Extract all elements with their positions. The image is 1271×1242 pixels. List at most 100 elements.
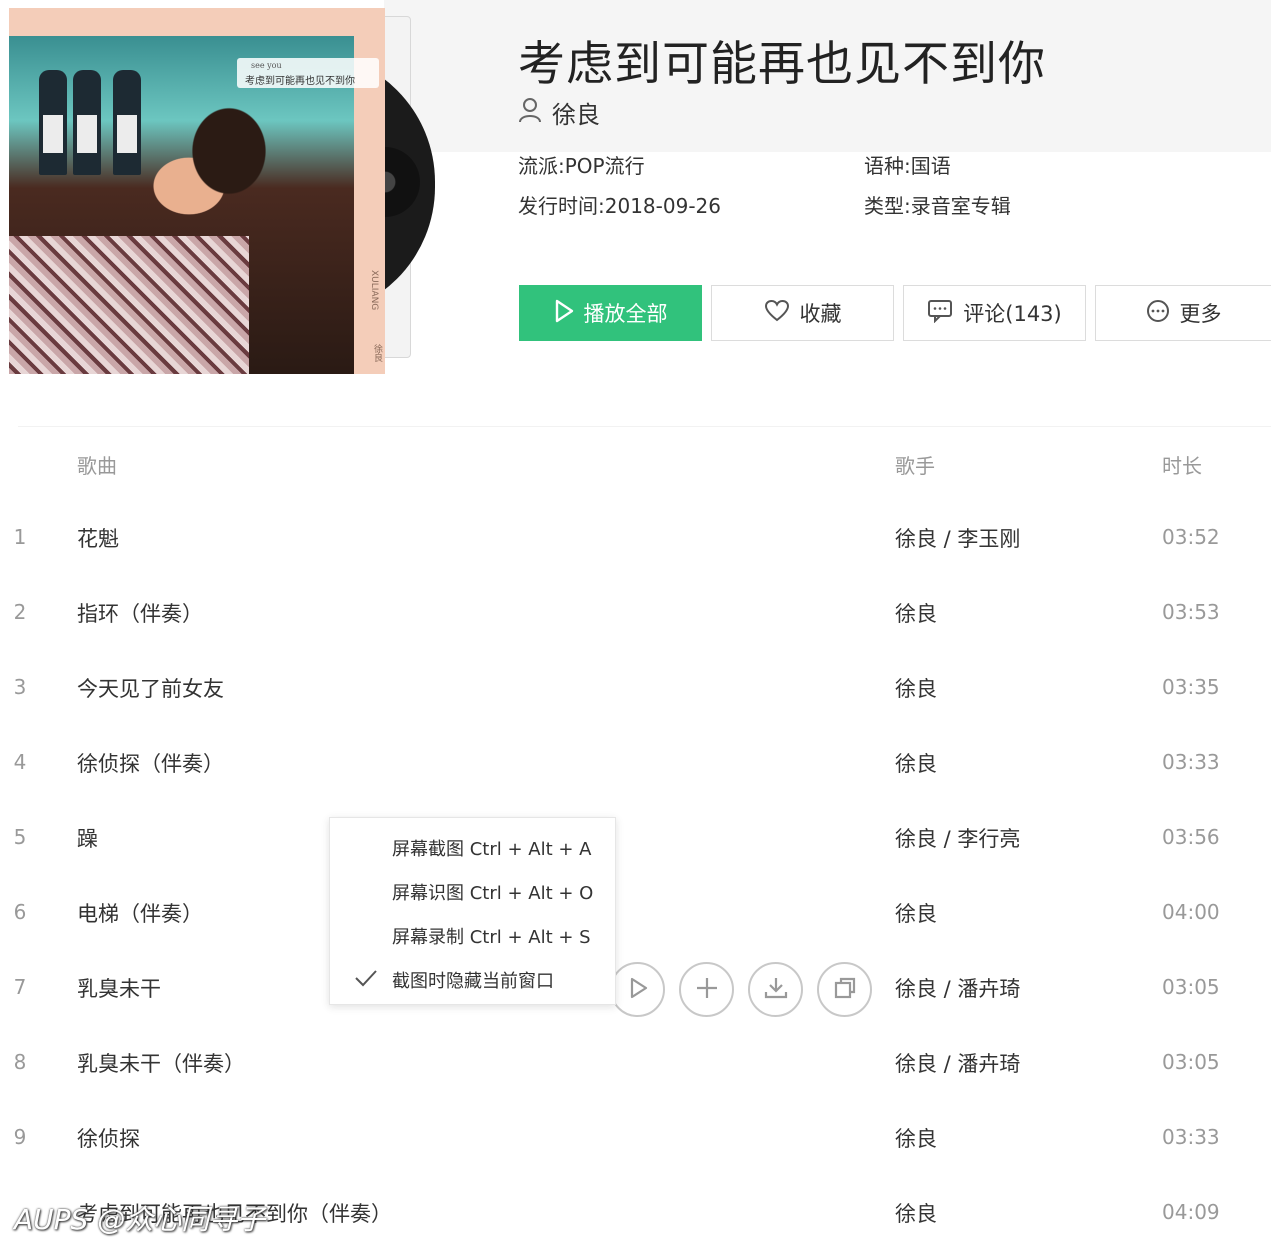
album-artist-name[interactable]: 徐良 (552, 95, 600, 130)
song-artist[interactable]: 徐良 (895, 1198, 937, 1228)
type-value: 录音室专辑 (910, 194, 1011, 218)
song-title[interactable]: 徐侦探 (77, 1123, 140, 1153)
type-meta: 类型:录音室专辑 (864, 190, 1011, 219)
song-duration: 03:05 (1162, 1050, 1220, 1074)
song-duration: 03:33 (1162, 1125, 1220, 1149)
track-number: 7 (13, 975, 27, 999)
language-value: 国语 (910, 154, 951, 178)
table-row[interactable]: 2 指环（伴奏） 徐良 03:53 (0, 576, 1271, 651)
song-title[interactable]: 花魁 (77, 523, 119, 553)
cover-vertical-text: XULIANG (369, 270, 379, 311)
row-download-button[interactable] (748, 962, 803, 1017)
row-play-button[interactable] (610, 962, 665, 1017)
song-duration: 03:56 (1162, 825, 1220, 849)
track-number: 3 (13, 675, 27, 699)
column-header-artist: 歌手 (895, 454, 935, 478)
cover-tag: see you 考虑到可能再也见不到你 (237, 58, 379, 88)
table-row[interactable]: 5 躁 徐良 / 李行亮 03:56 (0, 801, 1271, 876)
track-number: 5 (13, 825, 27, 849)
play-all-button[interactable]: 播放全部 (519, 285, 702, 341)
release-label: 发行时间: (518, 194, 605, 218)
cover-tag-line1: see you (251, 61, 282, 70)
table-row[interactable]: 6 电梯（伴奏） 徐良 04:00 (0, 876, 1271, 951)
screenshot-context-menu: 屏幕截图 Ctrl + Alt + A 屏幕识图 Ctrl + Alt + O … (329, 817, 616, 1005)
favorite-button[interactable]: 收藏 (711, 285, 894, 341)
menu-item-screen-record[interactable]: 屏幕录制 Ctrl + Alt + S (392, 923, 591, 949)
song-title[interactable]: 徐侦探（伴奏） (77, 748, 224, 778)
song-duration: 04:09 (1162, 1200, 1220, 1224)
track-number: 6 (13, 900, 27, 924)
row-share-button[interactable] (817, 962, 872, 1017)
row-add-button[interactable] (679, 962, 734, 1017)
song-artist[interactable]: 徐良 (895, 598, 937, 628)
track-number: 2 (13, 600, 27, 624)
genre-label: 流派: (518, 154, 565, 178)
song-title[interactable]: 指环（伴奏） (77, 598, 203, 628)
release-value: 2018-09-26 (604, 194, 721, 218)
watermark: AUPS @众心同寻子 (14, 1203, 266, 1236)
song-artist[interactable]: 徐良 (895, 673, 937, 703)
plus-icon (695, 976, 719, 1004)
song-duration: 04:00 (1162, 900, 1220, 924)
song-duration: 03:33 (1162, 750, 1220, 774)
song-artist[interactable]: 徐良 / 潘卉琦 (895, 1048, 1020, 1078)
row-hover-actions (610, 962, 872, 1017)
song-duration: 03:05 (1162, 975, 1220, 999)
cover-bottle (73, 70, 101, 175)
album-cover[interactable]: see you 考虑到可能再也见不到你 XULIANG 徐良 (9, 8, 385, 374)
song-title[interactable]: 躁 (77, 823, 98, 853)
genre-meta: 流派:POP流行 (518, 150, 645, 179)
song-artist[interactable]: 徐良 (895, 898, 937, 928)
table-row[interactable]: 4 徐侦探（伴奏） 徐良 03:33 (0, 726, 1271, 801)
song-duration: 03:35 (1162, 675, 1220, 699)
menu-item-screen-recognize[interactable]: 屏幕识图 Ctrl + Alt + O (392, 879, 593, 905)
download-icon (763, 975, 789, 1005)
cover-vertical-text: 徐良 (372, 344, 382, 362)
column-header-song: 歌曲 (77, 454, 117, 478)
song-title[interactable]: 乳臭未干（伴奏） (77, 1048, 245, 1078)
song-artist[interactable]: 徐良 / 李玉刚 (895, 523, 1020, 553)
song-title[interactable]: 乳臭未干 (77, 973, 161, 1003)
menu-item-screen-capture[interactable]: 屏幕截图 Ctrl + Alt + A (392, 835, 592, 861)
heart-icon (764, 299, 790, 328)
song-duration: 03:52 (1162, 525, 1220, 549)
user-icon (518, 97, 542, 127)
cover-tag-line2: 考虑到可能再也见不到你 (245, 76, 355, 87)
more-button[interactable]: 更多 (1095, 285, 1271, 341)
table-row[interactable]: 8 乳臭未干（伴奏） 徐良 / 潘卉琦 03:05 (0, 1026, 1271, 1101)
release-meta: 发行时间:2018-09-26 (518, 190, 721, 219)
song-title[interactable]: 电梯（伴奏） (77, 898, 203, 928)
album-artist[interactable]: 徐良 (518, 95, 600, 130)
cover-bottle (39, 70, 67, 175)
language-meta: 语种:国语 (864, 150, 951, 179)
table-row[interactable]: 9 徐侦探 徐良 03:33 (0, 1101, 1271, 1176)
type-label: 类型: (864, 194, 911, 218)
table-divider (18, 426, 1271, 427)
track-number: 9 (13, 1125, 27, 1149)
menu-item-hide-window[interactable]: 截图时隐藏当前窗口 (392, 967, 554, 993)
table-row[interactable]: 3 今天见了前女友 徐良 03:35 (0, 651, 1271, 726)
song-duration: 03:53 (1162, 600, 1220, 624)
comment-label: 评论(143) (963, 302, 1062, 326)
table-row[interactable]: 1 花魁 徐良 / 李玉刚 03:52 (0, 501, 1271, 576)
song-artist[interactable]: 徐良 (895, 748, 937, 778)
track-number: 4 (13, 750, 27, 774)
song-artist[interactable]: 徐良 (895, 1123, 937, 1153)
comment-button[interactable]: 评论(143) (903, 285, 1086, 341)
genre-value[interactable]: POP流行 (565, 154, 645, 178)
song-artist[interactable]: 徐良 / 李行亮 (895, 823, 1020, 853)
play-icon (627, 976, 649, 1004)
column-header-duration: 时长 (1162, 454, 1202, 478)
song-artist[interactable]: 徐良 / 潘卉琦 (895, 973, 1020, 1003)
track-number: 1 (13, 525, 27, 549)
check-icon (354, 968, 378, 992)
more-label: 更多 (1179, 302, 1222, 326)
cover-bottle (113, 70, 141, 175)
more-icon (1146, 299, 1170, 328)
song-title[interactable]: 今天见了前女友 (77, 673, 224, 703)
album-title: 考虑到可能再也见不到你 (518, 37, 1046, 92)
language-label: 语种: (864, 154, 911, 178)
comment-icon (927, 299, 953, 328)
track-number: 8 (13, 1050, 27, 1074)
share-icon (832, 975, 858, 1005)
